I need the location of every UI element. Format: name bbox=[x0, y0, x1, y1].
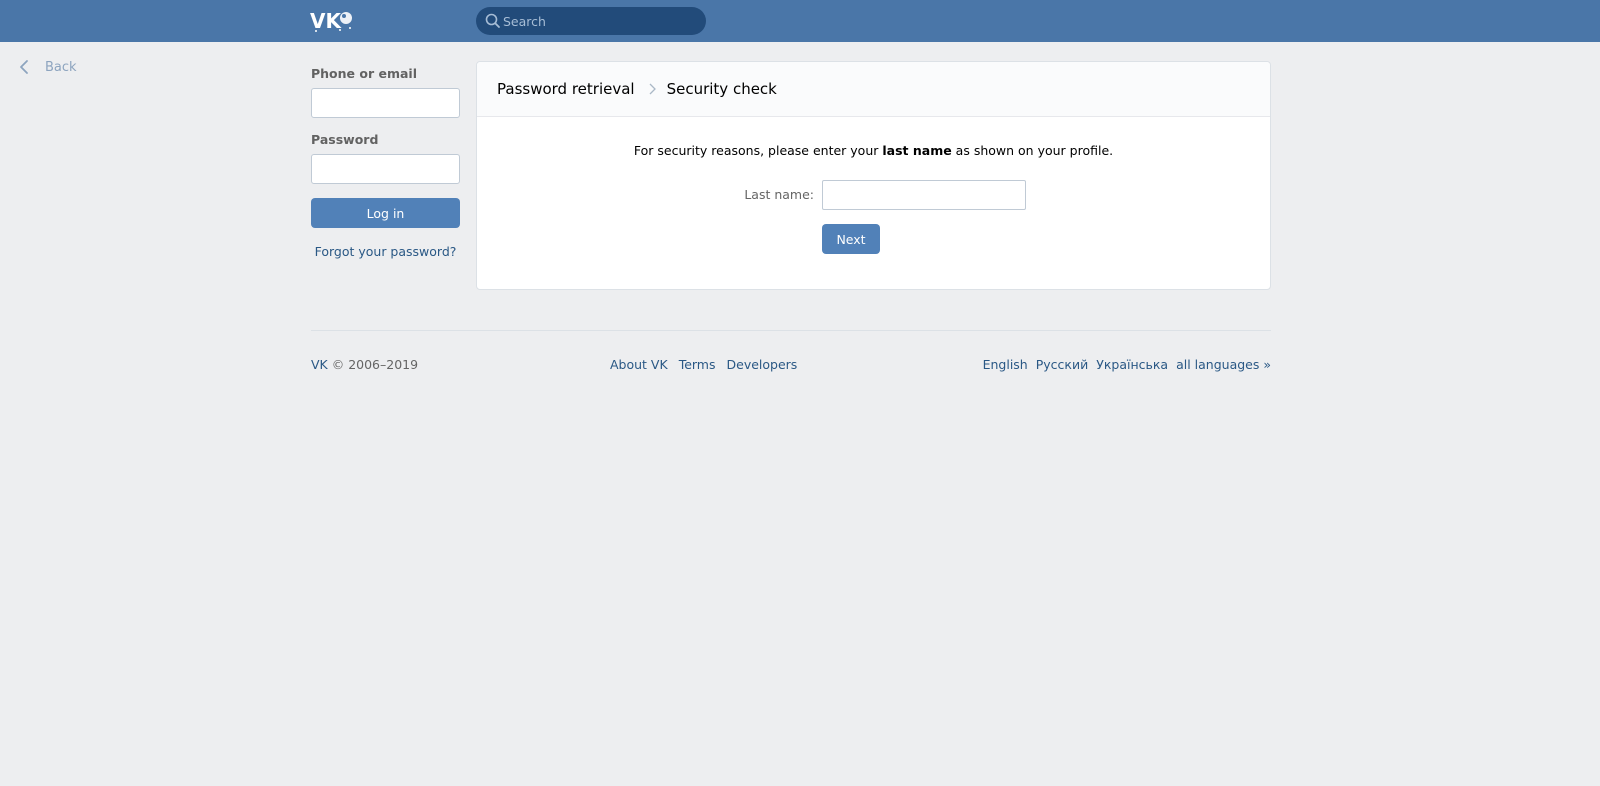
language-english[interactable]: English bbox=[983, 357, 1028, 372]
security-notice: For security reasons, please enter your … bbox=[477, 143, 1270, 158]
password-label: Password bbox=[311, 132, 379, 147]
footer-links: About VK Terms Developers bbox=[610, 357, 808, 372]
footer: VK © 2006–2019 About VK Terms Developers E… bbox=[311, 357, 1271, 375]
login-button[interactable]: Log in bbox=[311, 198, 460, 228]
breadcrumb-password-retrieval[interactable]: Password retrieval bbox=[497, 80, 635, 98]
phone-email-field[interactable] bbox=[311, 88, 460, 118]
footer-divider bbox=[311, 330, 1271, 331]
back-label: Back bbox=[45, 59, 77, 75]
chevron-left-icon bbox=[20, 60, 28, 74]
lastname-row: Last name: bbox=[477, 180, 1270, 210]
notice-text-after: as shown on your profile. bbox=[951, 143, 1114, 158]
footer-link-terms[interactable]: Terms bbox=[679, 357, 716, 372]
language-russian[interactable]: Русский bbox=[1036, 357, 1088, 372]
forgot-password-link[interactable]: Forgot your password? bbox=[311, 244, 460, 259]
lastname-input[interactable] bbox=[822, 180, 1026, 210]
language-all[interactable]: all languages » bbox=[1176, 357, 1271, 372]
search-box[interactable] bbox=[476, 7, 706, 35]
vk-logo-icon: VK bbox=[310, 9, 352, 33]
notice-bold: last name bbox=[882, 143, 952, 158]
footer-link-about[interactable]: About VK bbox=[610, 357, 668, 372]
chevron-right-icon bbox=[649, 83, 656, 95]
card-body: For security reasons, please enter your … bbox=[477, 117, 1270, 290]
top-bar: VK bbox=[0, 0, 1600, 42]
breadcrumb-security-check: Security check bbox=[666, 80, 777, 98]
phone-label: Phone or email bbox=[311, 66, 417, 81]
security-check-card: Password retrieval Security check For se… bbox=[476, 61, 1271, 290]
language-links: English Русский Українська all languages » bbox=[975, 357, 1271, 372]
copyright-text: © 2006–2019 bbox=[327, 357, 419, 372]
login-form: Phone or email Password Log in Forgot yo… bbox=[311, 66, 461, 259]
back-link[interactable]: Back bbox=[18, 58, 77, 76]
svg-text:VK: VK bbox=[310, 9, 342, 33]
vk-logo[interactable]: VK bbox=[310, 6, 354, 34]
notice-text-before: For security reasons, please enter your bbox=[633, 143, 883, 158]
footer-link-developers[interactable]: Developers bbox=[727, 357, 798, 372]
search-icon bbox=[485, 13, 500, 28]
next-button[interactable]: Next bbox=[822, 224, 880, 254]
search-input[interactable] bbox=[503, 7, 699, 35]
language-ukrainian[interactable]: Українська bbox=[1096, 357, 1168, 372]
lastname-label: Last name: bbox=[744, 187, 814, 202]
copyright: VK © 2006–2019 bbox=[311, 357, 418, 372]
breadcrumb: Password retrieval Security check bbox=[477, 62, 1270, 117]
footer-vk-link[interactable]: VK bbox=[311, 357, 328, 372]
password-field[interactable] bbox=[311, 154, 460, 184]
